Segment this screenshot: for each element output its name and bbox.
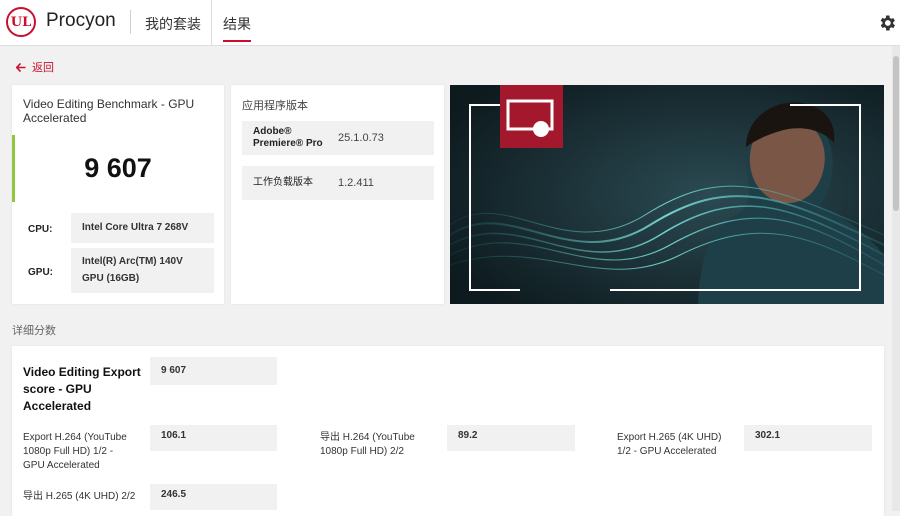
version-name-line1: 工作负载版本 xyxy=(253,177,313,188)
detail-value-1: 106.1 xyxy=(150,425,277,451)
tab-divider xyxy=(211,0,212,45)
detail-label-4: 导出 H.265 (4K UHD) 2/2 xyxy=(23,490,135,504)
benchmark-banner-image xyxy=(450,85,884,304)
tab-results[interactable]: 结果 xyxy=(223,14,251,34)
detail-value-2: 89.2 xyxy=(447,425,575,451)
gpu-value-line1: Intel(R) Arc(TM) 140V xyxy=(82,256,183,267)
export-score-label-line3: Accelerated xyxy=(23,399,92,413)
cpu-label: CPU: xyxy=(28,224,53,235)
detail-label-1-line2: 1080p Full HD) 1/2 - xyxy=(23,446,114,457)
back-link[interactable]: 返回 xyxy=(16,59,54,75)
detail-label-2: 导出 H.264 (YouTube 1080p Full HD) 2/2 xyxy=(320,431,415,459)
detail-value-4: 246.5 xyxy=(150,484,277,510)
active-tab-indicator xyxy=(223,40,251,42)
export-score-label-line1: Video Editing Export xyxy=(23,365,141,379)
ul-logo[interactable]: UL xyxy=(6,7,36,37)
app-versions-card: 应用程序版本 Adobe® Premiere® Pro 25.1.0.73 工作… xyxy=(231,85,444,304)
version-name-line1: Adobe® xyxy=(253,126,292,137)
gear-icon[interactable] xyxy=(877,13,897,33)
overall-score: 9 607 xyxy=(84,153,152,183)
detail-label-1: Export H.264 (YouTube 1080p Full HD) 1/2… xyxy=(23,431,127,473)
version-name-line2: Premiere® Pro xyxy=(253,138,323,149)
detail-value-3: 302.1 xyxy=(744,425,872,451)
detail-label-2-line1: 导出 H.264 (YouTube xyxy=(320,432,415,443)
gpu-value: Intel(R) Arc(TM) 140V GPU (16GB) xyxy=(71,248,214,293)
detailed-scores-card: Video Editing Export score - GPU Acceler… xyxy=(12,346,884,516)
versions-title: 应用程序版本 xyxy=(242,100,308,112)
version-name: 工作负载版本 xyxy=(253,177,313,189)
detail-label-1-line3: GPU Accelerated xyxy=(23,460,100,471)
cpu-value: Intel Core Ultra 7 268V xyxy=(71,213,214,243)
tab-my-suites[interactable]: 我的套装 xyxy=(145,14,201,34)
arrow-left-icon xyxy=(16,62,26,72)
version-row-premiere: Adobe® Premiere® Pro 25.1.0.73 xyxy=(242,121,434,155)
detail-label-4-line1: 导出 H.265 (4K UHD) 2/2 xyxy=(23,491,136,502)
banner-artwork xyxy=(450,85,884,304)
version-row-workload: 工作负载版本 1.2.411 xyxy=(242,166,434,200)
app-name: Procyon xyxy=(46,10,116,31)
gpu-value-line2: GPU (16GB) xyxy=(82,273,140,284)
detail-label-3-line2: 1/2 - GPU Accelerated xyxy=(617,446,717,457)
back-label: 返回 xyxy=(32,62,54,74)
export-score-label: Video Editing Export score - GPU Acceler… xyxy=(23,364,141,415)
export-score-value: 9 607 xyxy=(150,357,277,385)
benchmark-score-card: Video Editing Benchmark - GPU Accelerate… xyxy=(12,85,224,304)
version-value: 1.2.411 xyxy=(338,177,374,189)
version-name: Adobe® Premiere® Pro xyxy=(253,126,323,150)
benchmark-title: Video Editing Benchmark - GPU Accelerate… xyxy=(23,97,195,125)
version-value: 25.1.0.73 xyxy=(338,132,384,144)
details-section-title: 详细分数 xyxy=(12,325,56,337)
top-bar: UL Procyon 我的套装 结果 xyxy=(0,0,900,46)
export-score-label-line2: score - GPU xyxy=(23,382,92,396)
detail-label-2-line2: 1080p Full HD) 2/2 xyxy=(320,446,404,457)
detail-label-1-line1: Export H.264 (YouTube xyxy=(23,432,127,443)
detail-label-3: Export H.265 (4K UHD) 1/2 - GPU Accelera… xyxy=(617,431,721,459)
detail-label-3-line1: Export H.265 (4K UHD) xyxy=(617,432,722,443)
scrollbar-thumb[interactable] xyxy=(893,56,899,211)
gpu-label: GPU: xyxy=(28,267,53,278)
header-divider xyxy=(130,10,131,34)
